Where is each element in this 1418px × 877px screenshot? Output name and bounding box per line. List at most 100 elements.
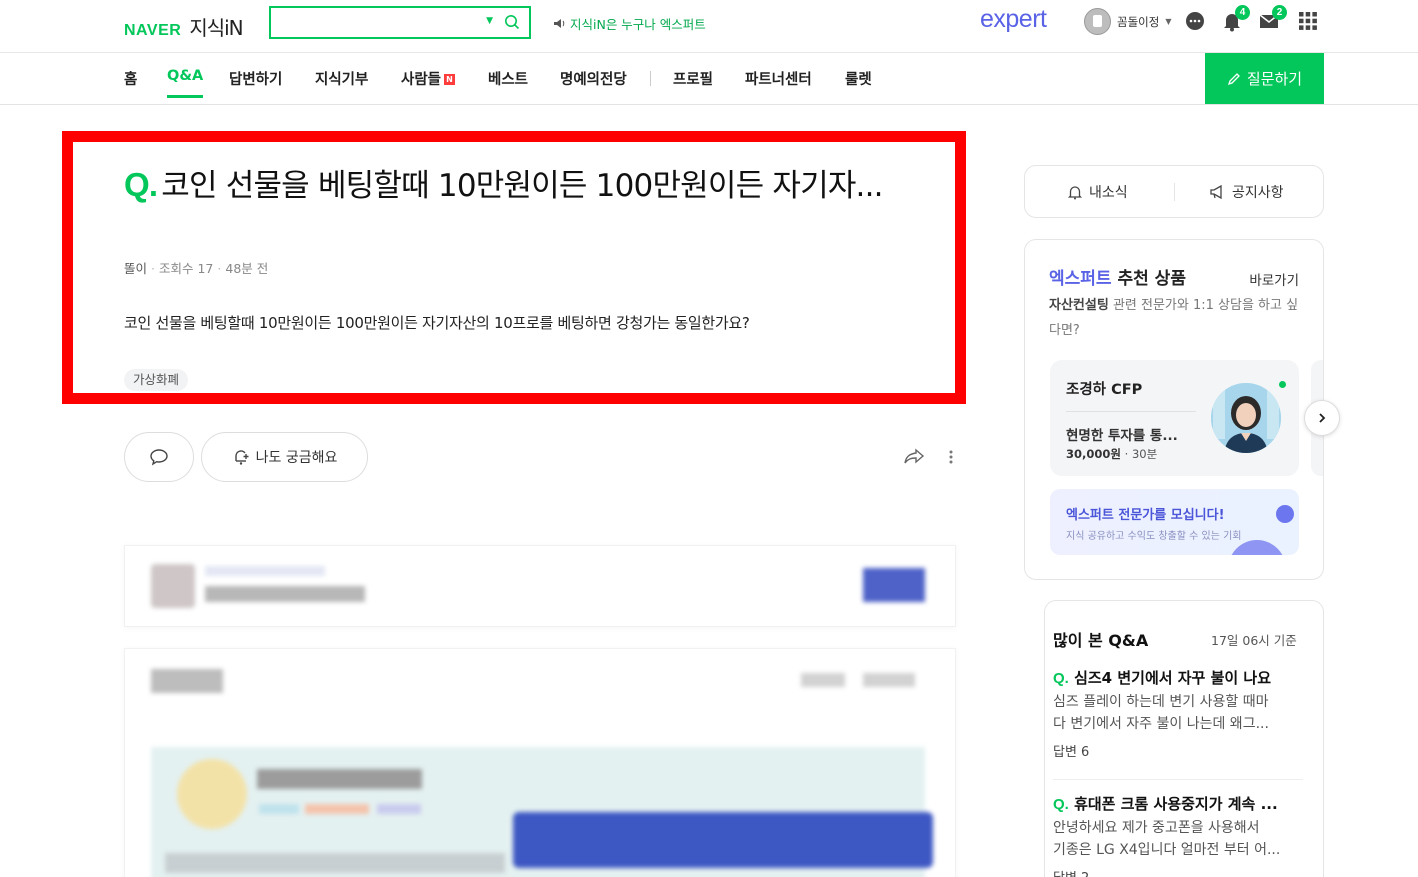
chevron-right-icon [1319, 413, 1326, 423]
popular-q-mark: Q. [1053, 670, 1069, 687]
expert-desc-keyword: 자산컨설팅 [1049, 298, 1109, 313]
expert-recommend-box: 엑스퍼트 추천 상품 바로가기 자산컨설팅 관련 전문가와 1:1 상담을 하고… [1024, 239, 1324, 580]
popular-item-desc-line1: 심즈 플레이 하는데 변기 사용할 때마 [1053, 694, 1269, 710]
popular-item-title: Q. 휴대폰 크롬 사용중지가 계속 ... [1053, 793, 1303, 814]
popular-qna-box: 많이 본 Q&A 17일 06시 기준 Q. 심즈4 변기에서 자꾸 불이 나요… [1044, 600, 1324, 877]
user-menu[interactable]: 꼼돌이정 ▼ [1084, 8, 1171, 35]
popular-item[interactable]: Q. 휴대폰 크롬 사용중지가 계속 ... 안녕하세요 제가 중고폰을 사용해… [1053, 793, 1303, 877]
main-nav: 홈 Q&A 답변하기 지식기부 사람들 N 베스트 명예의전당 프로필 파트너센터… [0, 53, 1418, 105]
bell-plus-icon [234, 450, 249, 465]
banner-decoration [1276, 505, 1294, 523]
nav-answer[interactable]: 답변하기 [229, 68, 282, 89]
talk-icon[interactable] [1184, 10, 1206, 32]
question-body: 코인 선물을 베팅할때 10만원이든 100만원이든 자기자산의 10프로를 베… [124, 314, 750, 332]
question-title-text: 코인 선물을 베팅할때 10만원이든 100만원이든 자기자... [161, 168, 883, 204]
comment-button[interactable] [124, 432, 194, 482]
nav-hall-of-fame[interactable]: 명예의전당 [560, 68, 627, 89]
popular-divider [1053, 779, 1303, 780]
popular-item-title-text: 심즈4 변기에서 자꾸 불이 나요 [1074, 669, 1272, 687]
question-meta: 똘이 · 조회수 17 · 48분 전 [124, 261, 269, 276]
popular-item-title: Q. 심즈4 변기에서 자꾸 불이 나요 [1053, 667, 1303, 688]
avatar[interactable] [1084, 8, 1111, 35]
expert-product-card[interactable]: 조경하 CFP 현명한 투자를 통... 30,000원 · 30분 [1050, 360, 1299, 476]
comment-icon [150, 449, 168, 466]
question-tag[interactable]: 가상화폐 [124, 369, 189, 391]
expert-card-divider [1066, 411, 1196, 412]
popular-item-desc-line1: 안녕하세요 제가 중고폰을 사용해서 [1053, 820, 1260, 836]
top-header: NAVER 지식iN ▼ 지식iN은 누구나 엑스퍼트 expert 꼼돌이정 … [0, 0, 1418, 53]
carousel-next-button[interactable] [1304, 400, 1340, 436]
popular-item-title-text: 휴대폰 크롬 사용중지가 계속 ... [1074, 795, 1278, 813]
search-box: ▼ [269, 6, 531, 39]
popular-item[interactable]: Q. 심즈4 변기에서 자꾸 불이 나요 심즈 플레이 하는데 변기 사용할 때… [1053, 667, 1303, 760]
nav-qna[interactable]: Q&A [167, 68, 204, 98]
mail-button[interactable]: 2 [1258, 5, 1287, 32]
question-time: 48분 전 [225, 261, 269, 276]
naver-logo[interactable]: NAVER [124, 22, 181, 40]
bell-icon [1067, 186, 1083, 200]
jisikin-logo[interactable]: 지식iN [189, 12, 243, 41]
popular-item-desc-line2: 기종은 LG X4입니다 얼마전 부터 어... [1053, 842, 1281, 858]
notice-divider [1174, 183, 1175, 201]
expert-promo-link[interactable]: 지식iN은 누구나 엑스퍼트 [553, 14, 706, 33]
banner-decoration [1228, 540, 1286, 555]
search-input[interactable] [271, 8, 471, 37]
expert-title-highlight: 엑스퍼트 [1049, 269, 1112, 289]
speaker-icon [554, 19, 565, 28]
expert-portrait [1211, 383, 1281, 453]
ask-question-button[interactable]: 질문하기 [1205, 53, 1324, 104]
megaphone-icon [1210, 184, 1222, 200]
announcement-link[interactable]: 공지사항 [1209, 182, 1284, 202]
popular-base-time: 17일 06시 기준 [1211, 633, 1297, 648]
nav-profile[interactable]: 프로필 [673, 68, 713, 89]
question-mark-label: Q. [124, 166, 158, 203]
blurred-answer-card [124, 545, 956, 627]
expert-name: 조경하 CFP [1066, 382, 1143, 398]
nav-people[interactable]: 사람들 N [401, 68, 456, 89]
expert-title-rest: 추천 상품 [1117, 269, 1186, 289]
notification-badge: 4 [1235, 5, 1250, 20]
popular-title: 많이 본 Q&A [1053, 631, 1149, 650]
user-name[interactable]: 꼼돌이정 [1117, 14, 1159, 30]
apps-grid-icon[interactable] [1297, 10, 1319, 32]
question-title: Q. 코인 선물을 베팅할때 10만원이든 100만원이든 자기자... [124, 164, 924, 207]
more-options-icon[interactable] [946, 447, 956, 467]
question-views: 조회수 17 [159, 261, 214, 276]
nav-roulette[interactable]: 룰렛 [845, 68, 872, 89]
naver-jisikin-logo[interactable]: NAVER 지식iN [124, 12, 244, 41]
popular-item-answers: 답변 2 [1053, 867, 1303, 877]
my-news-link[interactable]: 내소식 [1067, 182, 1128, 202]
expert-logo[interactable]: expert [980, 5, 1047, 34]
expert-box-title: 엑스퍼트 추천 상품 [1049, 264, 1186, 289]
banner-subtitle: 지식 공유하고 수익도 창출할 수 있는 기회 [1066, 531, 1242, 542]
chevron-down-icon[interactable]: ▼ [1165, 17, 1171, 26]
expert-shortcut-link[interactable]: 바로가기 [1249, 269, 1299, 289]
nav-donate[interactable]: 지식기부 [315, 68, 368, 89]
me-too-curious-label: 나도 궁금해요 [255, 450, 338, 466]
expert-price: 30,000원 · 30분 [1066, 447, 1158, 461]
nav-partner-center[interactable]: 파트너센터 [745, 68, 812, 89]
nav-best[interactable]: 베스트 [488, 68, 528, 89]
expert-duration: 30분 [1131, 447, 1158, 461]
mail-badge: 2 [1272, 5, 1287, 20]
ask-question-label: 질문하기 [1246, 70, 1303, 88]
search-icon[interactable] [504, 14, 520, 30]
blurred-answer-detail [124, 648, 956, 877]
notice-box: 내소식 공지사항 [1024, 165, 1324, 218]
expert-recruit-banner[interactable]: 엑스퍼트 전문가를 모십니다! 지식 공유하고 수익도 창출할 수 있는 기회 [1050, 489, 1299, 555]
search-dropdown-icon[interactable]: ▼ [486, 16, 493, 26]
notification-button[interactable]: 4 [1221, 5, 1250, 32]
expert-price-value: 30,000원 [1066, 447, 1121, 461]
online-status-dot [1279, 381, 1286, 388]
nav-people-label: 사람들 [401, 72, 442, 88]
me-too-curious-button[interactable]: 나도 궁금해요 [201, 432, 368, 482]
promo-text[interactable]: 지식iN은 누구나 엑스퍼트 [570, 14, 706, 33]
expert-description: 자산컨설팅 관련 전문가와 1:1 상담을 하고 싶다면? [1049, 293, 1304, 343]
popular-item-desc-line2: 다 변기에서 자주 불이 나는데 왜그... [1053, 716, 1269, 732]
popular-item-answers: 답변 6 [1053, 745, 1090, 760]
question-author[interactable]: 똘이 [124, 261, 147, 276]
nav-divider [650, 71, 651, 86]
expert-service-title: 현명한 투자를 통... [1066, 428, 1178, 444]
nav-home[interactable]: 홈 [124, 68, 137, 89]
share-icon[interactable] [903, 447, 925, 467]
